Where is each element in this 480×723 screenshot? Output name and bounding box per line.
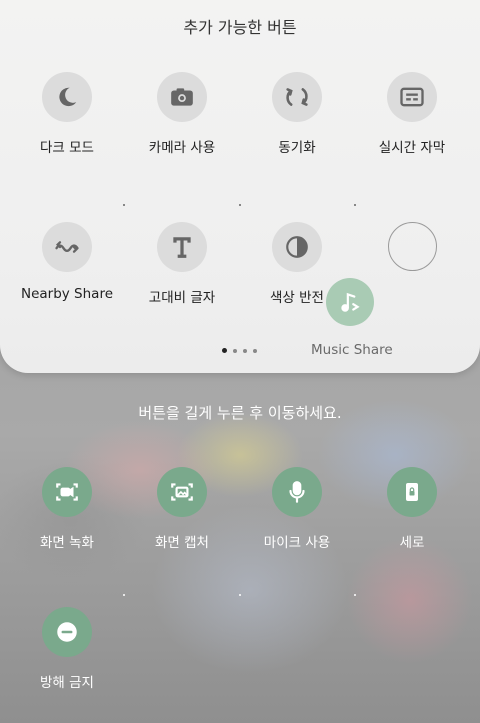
tile-label: 고대비 글자 xyxy=(148,290,216,306)
sync-icon xyxy=(272,72,322,122)
page-divider-dot xyxy=(123,594,125,596)
page-divider-dot xyxy=(354,204,356,206)
tile-label: 화면 녹화 xyxy=(40,535,94,551)
do-not-disturb-icon xyxy=(42,607,92,657)
tile-label: 세로 xyxy=(399,535,425,551)
page-dot xyxy=(233,348,237,353)
page-indicator[interactable] xyxy=(222,348,257,353)
empty-slot-circle xyxy=(387,222,437,271)
page-dot xyxy=(243,348,247,353)
panel-title: 추가 가능한 버튼 xyxy=(183,18,297,37)
tile-do-not-disturb[interactable]: 방해 금지 xyxy=(7,607,127,691)
tile-label: 다크 모드 xyxy=(40,140,94,156)
dragging-tile-label: Music Share xyxy=(311,342,393,358)
tile-high-contrast-text[interactable]: 고대비 글자 xyxy=(122,222,242,306)
tile-label: 실시간 자막 xyxy=(378,140,446,156)
tile-label: 카메라 사용 xyxy=(148,140,216,156)
moon-icon xyxy=(42,72,92,122)
tile-label: Nearby Share xyxy=(20,286,114,302)
tile-sync[interactable]: 동기화 xyxy=(237,72,357,156)
live-caption-icon xyxy=(387,72,437,122)
screen-capture-icon xyxy=(157,467,207,517)
tile-camera[interactable]: 카메라 사용 xyxy=(122,72,242,156)
page-divider-dot xyxy=(354,594,356,596)
available-buttons-panel: 추가 가능한 버튼 다크 모드 카메라 사용 동기화 실시간 자막 Nearby… xyxy=(0,0,480,373)
tile-label: 동기화 xyxy=(278,140,316,156)
empty-slot xyxy=(352,222,472,271)
tile-label: 마이크 사용 xyxy=(263,535,331,551)
music-share-icon xyxy=(326,278,374,326)
tile-dark-mode[interactable]: 다크 모드 xyxy=(7,72,127,156)
page-dot-active xyxy=(222,348,227,353)
page-divider-dot xyxy=(239,594,241,596)
tile-label: 화면 캡처 xyxy=(155,535,209,551)
tile-live-caption[interactable]: 실시간 자막 xyxy=(352,72,472,156)
tile-screen-capture[interactable]: 화면 캡처 xyxy=(122,467,242,551)
tile-nearby-share[interactable]: Nearby Share xyxy=(7,222,127,302)
nearby-share-icon xyxy=(42,222,92,272)
page-divider-dot xyxy=(123,204,125,206)
instruction-text: 버튼을 길게 누른 후 이동하세요. xyxy=(138,404,342,422)
tile-microphone[interactable]: 마이크 사용 xyxy=(237,467,357,551)
color-inversion-icon xyxy=(272,222,322,272)
microphone-icon xyxy=(272,467,322,517)
text-contrast-icon xyxy=(157,222,207,272)
tile-portrait-lock[interactable]: 세로 xyxy=(352,467,472,551)
tile-label: 방해 금지 xyxy=(40,675,94,691)
screen-record-icon xyxy=(42,467,92,517)
camera-icon xyxy=(157,72,207,122)
tile-screen-record[interactable]: 화면 녹화 xyxy=(7,467,127,551)
page-divider-dot xyxy=(239,204,241,206)
portrait-lock-icon xyxy=(387,467,437,517)
dragging-tile-music-share[interactable] xyxy=(326,278,374,326)
page-dot xyxy=(253,348,257,353)
